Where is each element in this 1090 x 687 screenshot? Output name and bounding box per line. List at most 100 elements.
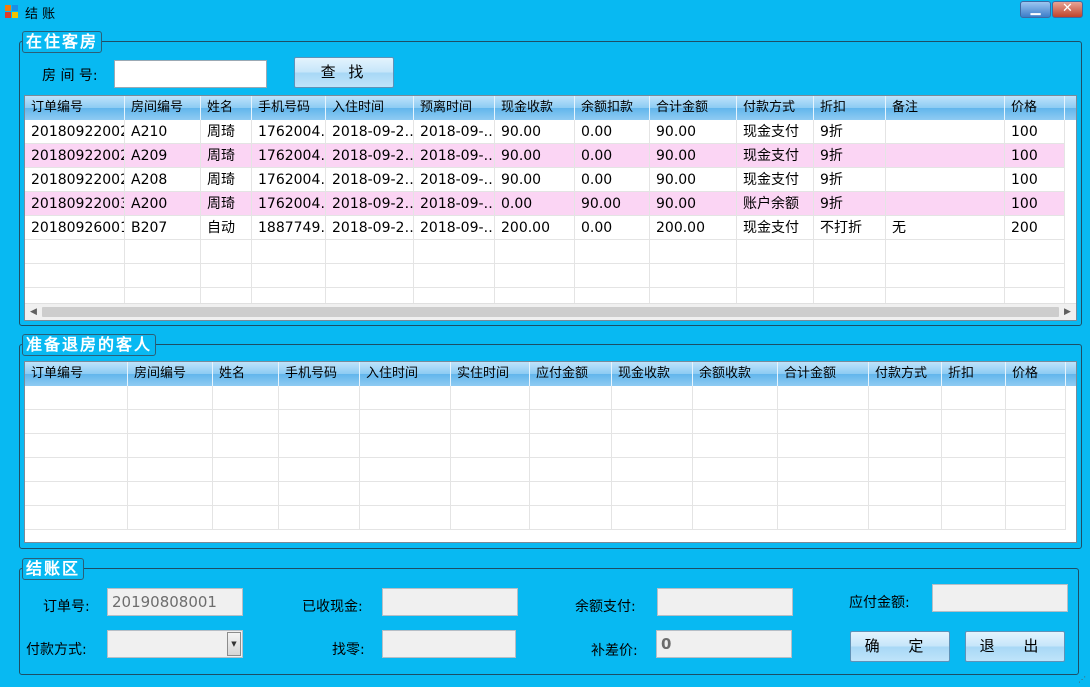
table-cell (451, 386, 530, 410)
table-row[interactable] (25, 434, 1066, 458)
checkout-col-header[interactable]: 房间编号 (128, 362, 213, 386)
payment-method-select[interactable]: ▼ (107, 630, 243, 658)
table-cell (530, 386, 612, 410)
table-cell: 200.00 (650, 216, 737, 240)
checkout-col-header[interactable]: 付款方式 (869, 362, 942, 386)
checkout-col-header[interactable]: 价格 (1006, 362, 1066, 386)
amount-due-input[interactable] (933, 585, 1067, 611)
table-cell (451, 506, 530, 530)
table-cell (1005, 240, 1065, 264)
price-difference-input[interactable] (657, 631, 791, 657)
room-number-field[interactable] (114, 60, 267, 88)
change-field[interactable] (382, 630, 516, 658)
amount-due-field[interactable] (932, 584, 1068, 612)
table-cell (279, 482, 360, 506)
table-cell: 0.00 (575, 120, 650, 144)
table-row[interactable] (25, 264, 1065, 288)
table-cell: 9折 (814, 144, 886, 168)
table-cell (612, 506, 693, 530)
exit-button[interactable]: 退 出 (965, 631, 1065, 662)
table-row[interactable]: 20180926001B207自动1887749…2018-09-2…2018-… (25, 216, 1065, 240)
table-row[interactable]: 20180922002A208周琦1762004…2018-09-2…2018-… (25, 168, 1065, 192)
table-cell (612, 410, 693, 434)
occupied-col-header[interactable]: 订单编号 (25, 96, 125, 120)
scroll-right-icon[interactable]: ▶ (1059, 304, 1076, 320)
table-cell (360, 386, 451, 410)
table-cell (201, 264, 252, 288)
close-button[interactable]: ✕ (1052, 1, 1083, 18)
occupied-col-header[interactable]: 折扣 (814, 96, 886, 120)
table-cell (125, 264, 201, 288)
occupied-col-header[interactable]: 合计金额 (650, 96, 737, 120)
checkout-col-header[interactable]: 余额收款 (693, 362, 778, 386)
table-cell (612, 386, 693, 410)
resize-grip-icon[interactable]: ⋰ (1078, 675, 1088, 685)
table-cell: 90.00 (495, 120, 575, 144)
table-row[interactable] (25, 386, 1066, 410)
room-number-input[interactable] (115, 61, 266, 87)
table-row[interactable] (25, 482, 1066, 506)
table-cell (886, 120, 1005, 144)
checkout-col-header[interactable]: 折扣 (942, 362, 1006, 386)
table-cell: 1762004… (252, 144, 326, 168)
checkout-col-header[interactable]: 现金收款 (612, 362, 693, 386)
payment-method-value[interactable] (108, 631, 242, 657)
checkout-col-header[interactable]: 实住时间 (451, 362, 530, 386)
price-difference-field[interactable] (656, 630, 792, 658)
checkout-col-header[interactable]: 应付金额 (530, 362, 612, 386)
balance-payment-label: 余额支付: (575, 599, 636, 615)
table-cell: 2018-09-2… (326, 192, 414, 216)
order-number-input[interactable] (108, 589, 242, 615)
occupied-col-header[interactable]: 现金收款 (495, 96, 575, 120)
table-cell: 2018-09-… (414, 168, 495, 192)
checkout-col-header[interactable]: 合计金额 (778, 362, 869, 386)
occupied-rooms-table[interactable]: 订单编号 房间编号 姓名 手机号码 入住时间 预离时间 现金收款 余额扣款 合计金额 付款方式 折扣… (24, 95, 1077, 321)
cash-received-field[interactable] (382, 588, 518, 616)
table-row[interactable] (25, 240, 1065, 264)
checkout-col-header[interactable]: 入住时间 (360, 362, 451, 386)
table-row[interactable]: 20180922003A200周琦1762004…2018-09-2…2018-… (25, 192, 1065, 216)
occupied-col-header[interactable]: 房间编号 (125, 96, 201, 120)
table-row[interactable]: 20180922002A209周琦1762004…2018-09-2…2018-… (25, 144, 1065, 168)
table-row[interactable] (25, 410, 1066, 434)
occupied-col-header[interactable]: 备注 (886, 96, 1005, 120)
checkout-table-header: 订单编号 房间编号 姓名 手机号码 入住时间 实住时间 应付金额 现金收款 余额收款 合计金额 付款… (25, 362, 1076, 386)
table-cell (25, 506, 128, 530)
table-cell: 周琦 (201, 192, 252, 216)
occupied-col-header[interactable]: 姓名 (201, 96, 252, 120)
cash-received-input[interactable] (383, 589, 517, 615)
occupied-col-header[interactable]: 手机号码 (252, 96, 326, 120)
chevron-down-icon[interactable]: ▼ (227, 632, 241, 656)
checkout-guests-table[interactable]: 订单编号 房间编号 姓名 手机号码 入住时间 实住时间 应付金额 现金收款 余额收款 合计金额 付款… (24, 361, 1077, 543)
table-row[interactable] (25, 458, 1066, 482)
occupied-table-hscroll[interactable]: ◀ ▶ (25, 303, 1076, 320)
occupied-col-header[interactable]: 价格 (1005, 96, 1065, 120)
table-cell (778, 386, 869, 410)
occupied-col-header[interactable]: 余额扣款 (575, 96, 650, 120)
checkout-col-header[interactable]: 手机号码 (279, 362, 360, 386)
change-input[interactable] (383, 631, 515, 657)
table-cell: 90.00 (650, 192, 737, 216)
checkout-col-header[interactable]: 订单编号 (25, 362, 128, 386)
order-number-field[interactable] (107, 588, 243, 616)
table-cell: 200.00 (495, 216, 575, 240)
table-cell: 周琦 (201, 168, 252, 192)
occupied-col-header[interactable]: 入住时间 (326, 96, 414, 120)
confirm-button[interactable]: 确 定 (850, 631, 950, 662)
table-cell: 无 (886, 216, 1005, 240)
balance-payment-field[interactable] (657, 588, 793, 616)
occupied-table-header: 订单编号 房间编号 姓名 手机号码 入住时间 预离时间 现金收款 余额扣款 合计金额 付款方式 折扣… (25, 96, 1076, 120)
scroll-thumb[interactable] (42, 307, 1059, 317)
scroll-left-icon[interactable]: ◀ (25, 304, 42, 320)
balance-payment-input[interactable] (658, 589, 792, 615)
search-button[interactable]: 查 找 (294, 57, 394, 88)
occupied-col-header[interactable]: 付款方式 (737, 96, 814, 120)
table-cell (414, 264, 495, 288)
table-row[interactable]: 20180922002A210周琦1762004…2018-09-2…2018-… (25, 120, 1065, 144)
occupied-col-header[interactable]: 预离时间 (414, 96, 495, 120)
checkout-col-header[interactable]: 姓名 (213, 362, 279, 386)
table-cell (650, 264, 737, 288)
minimize-button[interactable]: ▁ (1020, 1, 1051, 18)
table-row[interactable] (25, 506, 1066, 530)
table-cell (1006, 506, 1066, 530)
